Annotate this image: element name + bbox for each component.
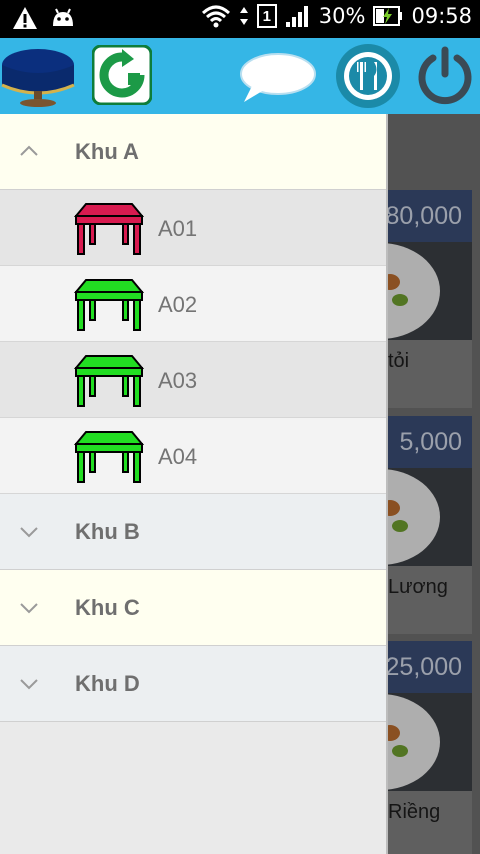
chevron-up-icon: [20, 145, 38, 156]
area-group-label: Khu C: [75, 594, 140, 620]
chevron-down-icon: [20, 603, 38, 614]
sim-icon: 1: [256, 4, 277, 28]
table-round-icon: [1, 49, 75, 107]
chevron-down-icon: [20, 527, 38, 538]
table-map-button[interactable]: [0, 42, 76, 110]
battery-percent: 30%: [318, 4, 366, 28]
table-item-a01[interactable]: A01: [0, 190, 386, 266]
power-button[interactable]: [412, 42, 478, 110]
area-group-khu-d[interactable]: Khu D: [0, 646, 386, 722]
table-available-icon: [74, 279, 144, 331]
power-icon: [418, 46, 472, 105]
messages-button[interactable]: [238, 50, 318, 104]
area-group-khu-c[interactable]: Khu C: [0, 570, 386, 646]
table-available-icon: [74, 355, 144, 407]
area-drawer: Khu A A01 A02 A03 A04 Khu B Khu C Khu D: [0, 114, 388, 854]
table-item-a03[interactable]: A03: [0, 342, 386, 418]
dining-icon: [336, 44, 400, 108]
table-occupied-icon: [74, 203, 144, 255]
table-label: A04: [158, 444, 198, 469]
chevron-down-icon: [20, 679, 38, 690]
chat-bubble-icon: [240, 53, 316, 102]
android-icon: [53, 8, 73, 26]
table-label: A02: [158, 292, 198, 317]
table-item-a04[interactable]: A04: [0, 418, 386, 494]
table-item-a02[interactable]: A02: [0, 266, 386, 342]
table-label: A03: [158, 368, 198, 393]
table-available-icon: [74, 431, 144, 483]
app-toolbar: [0, 38, 480, 114]
refresh-icon: [92, 45, 152, 105]
data-arrows-icon: [239, 7, 248, 25]
sim-slot-number: 1: [262, 7, 271, 25]
table-label: A01: [158, 216, 198, 241]
wifi-icon: [201, 5, 230, 28]
area-group-khu-a[interactable]: Khu A: [0, 114, 386, 190]
area-group-label: Khu D: [75, 670, 140, 696]
signal-icon: [285, 6, 308, 27]
battery-charging-icon: [373, 6, 403, 26]
area-group-khu-b[interactable]: Khu B: [0, 494, 386, 570]
status-bar: 1 30% 09:58: [0, 0, 480, 38]
warning-icon: [13, 7, 37, 29]
refresh-button[interactable]: [92, 45, 152, 105]
area-group-label: Khu A: [75, 138, 139, 164]
area-group-label: Khu B: [75, 518, 140, 544]
clock: 09:58: [411, 4, 472, 28]
menu-order-button[interactable]: [334, 42, 402, 110]
